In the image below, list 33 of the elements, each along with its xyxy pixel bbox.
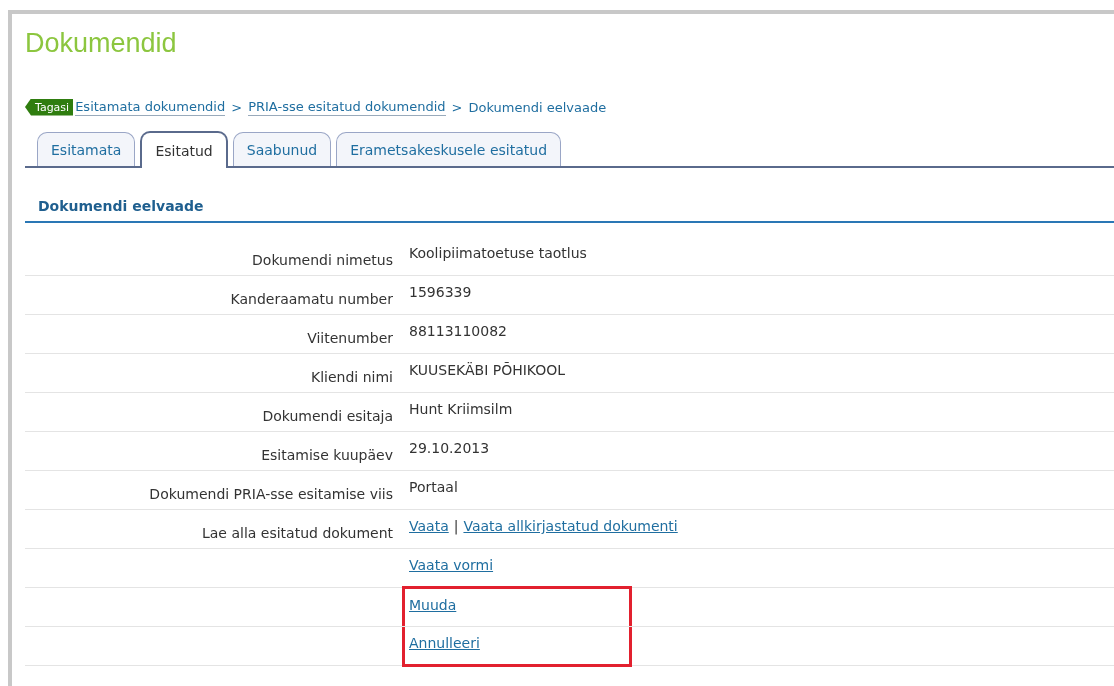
link[interactable]: Muuda	[409, 596, 457, 613]
breadcrumb-current: Dokumendi eelvaade	[468, 99, 607, 115]
page-title: Dokumendid	[25, 27, 178, 60]
field-value: KUUSEKÄBI PÕHIKOOL	[409, 362, 566, 378]
field-label: Dokumendi esitaja	[261, 407, 393, 424]
tab[interactable]: Erametsakeskusele esitatud	[336, 132, 562, 166]
breadcrumb-link[interactable]: Esitamata dokumendid	[75, 98, 226, 116]
field-label: Lae alla esitatud dokument	[201, 524, 393, 541]
link[interactable]: Vaata vormi	[409, 557, 494, 573]
field-label: Kanderaamatu number	[229, 290, 393, 307]
field-value: Hunt Kriimsilm	[409, 401, 513, 417]
link[interactable]: Annulleeri	[409, 634, 480, 651]
field-label: Dokumendi nimetus	[251, 251, 393, 268]
field-label: Viitenumber	[306, 329, 393, 346]
field-label: Dokumendi PRIA-sse esitamise viis	[148, 485, 393, 502]
breadcrumb-separator: >	[451, 99, 463, 115]
breadcrumb-link[interactable]: PRIA-sse esitatud dokumendid	[248, 98, 446, 116]
link-separator: |	[453, 518, 459, 534]
section-header: Dokumendi eelvaade	[25, 198, 1114, 223]
field-value: 29.10.2013	[409, 440, 490, 456]
tab[interactable]: Saabunud	[232, 132, 332, 166]
field-value: Portaal	[409, 479, 458, 495]
back-button[interactable]: Tagasi	[25, 98, 74, 116]
link[interactable]: Vaata allkirjastatud dokumenti	[463, 518, 678, 534]
field-label: Kliendi nimi	[310, 368, 393, 385]
breadcrumb-separator: >	[231, 99, 243, 115]
field-value: 1596339	[409, 284, 472, 300]
field-value: Koolipiimatoetuse taotlus	[409, 245, 587, 261]
field-label: Esitamise kuupäev	[260, 446, 393, 463]
tab[interactable]: Esitamata	[37, 132, 136, 166]
field-value: 88113110082	[409, 323, 507, 339]
tab[interactable]: Esitatud	[140, 131, 228, 168]
link[interactable]: Vaata	[409, 518, 449, 534]
